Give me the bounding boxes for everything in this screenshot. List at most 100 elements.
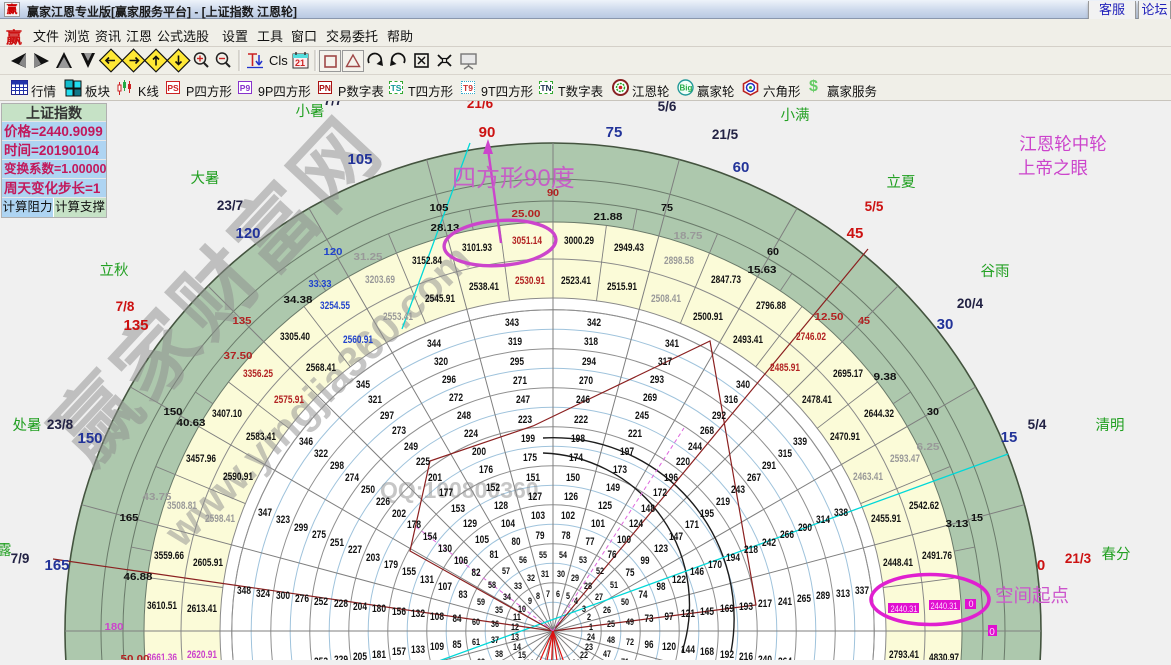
- svg-text:180: 180: [105, 621, 124, 633]
- svg-text:347: 347: [258, 507, 272, 519]
- svg-text:2455.91: 2455.91: [871, 513, 901, 525]
- svg-text:2485.91: 2485.91: [770, 362, 800, 374]
- svg-text:清明: 清明: [1096, 417, 1125, 434]
- svg-text:122: 122: [672, 574, 686, 586]
- svg-text:224: 224: [464, 428, 479, 440]
- svg-text:60: 60: [472, 617, 480, 628]
- svg-text:318: 318: [584, 336, 598, 348]
- svg-text:292: 292: [712, 410, 726, 422]
- svg-text:133: 133: [411, 644, 425, 656]
- svg-text:81: 81: [490, 549, 499, 561]
- svg-text:85: 85: [453, 639, 462, 651]
- svg-text:2491.76: 2491.76: [922, 550, 952, 562]
- svg-text:276: 276: [295, 593, 309, 605]
- svg-text:342: 342: [587, 317, 601, 329]
- svg-text:3051.14: 3051.14: [512, 235, 543, 247]
- svg-text:320: 320: [434, 356, 448, 368]
- svg-text:130: 130: [438, 543, 452, 555]
- svg-text:12.50: 12.50: [815, 311, 844, 323]
- svg-text:25: 25: [607, 619, 616, 630]
- svg-text:129: 129: [463, 518, 477, 530]
- svg-text:173: 173: [613, 464, 627, 476]
- svg-text:江恩轮中轮: 江恩轮中轮: [1019, 134, 1107, 154]
- svg-text:2545.91: 2545.91: [425, 293, 455, 305]
- svg-text:谷雨: 谷雨: [981, 263, 1010, 280]
- svg-text:18.75: 18.75: [674, 230, 703, 242]
- svg-text:345: 345: [356, 379, 370, 391]
- svg-text:74: 74: [639, 589, 649, 601]
- svg-text:59: 59: [477, 597, 485, 608]
- svg-text:38: 38: [495, 649, 503, 660]
- svg-text:20/4: 20/4: [957, 296, 984, 311]
- svg-text:3559.66: 3559.66: [154, 550, 184, 562]
- svg-text:2746.02: 2746.02: [796, 331, 826, 343]
- svg-text:155: 155: [402, 566, 416, 578]
- svg-text:300: 300: [276, 590, 290, 602]
- svg-text:102: 102: [561, 510, 575, 522]
- svg-text:316: 316: [724, 394, 738, 406]
- svg-text:223: 223: [518, 414, 532, 426]
- svg-text:337: 337: [855, 585, 869, 597]
- svg-text:120: 120: [324, 246, 343, 258]
- svg-text:QQ:100800360: QQ:100800360: [380, 477, 539, 503]
- svg-text:7/8: 7/8: [116, 299, 135, 314]
- svg-text:120: 120: [235, 225, 260, 242]
- svg-text:267: 267: [747, 472, 761, 484]
- svg-text:30: 30: [937, 316, 954, 333]
- svg-text:105: 105: [430, 202, 449, 214]
- svg-text:295: 295: [510, 356, 524, 368]
- svg-text:293: 293: [650, 374, 664, 386]
- svg-text:5/4: 5/4: [1028, 417, 1047, 432]
- svg-text:9: 9: [528, 596, 532, 607]
- svg-text:175: 175: [523, 452, 537, 464]
- svg-text:165: 165: [120, 512, 139, 524]
- svg-text:271: 271: [513, 375, 527, 387]
- svg-text:246: 246: [576, 394, 590, 406]
- svg-text:149: 149: [606, 482, 620, 494]
- svg-text:30: 30: [927, 406, 939, 418]
- svg-text:35: 35: [495, 605, 504, 616]
- svg-text:201: 201: [428, 472, 442, 484]
- svg-text:9.38: 9.38: [874, 371, 897, 383]
- svg-text:3305.40: 3305.40: [280, 331, 310, 343]
- svg-text:229: 229: [334, 654, 348, 660]
- svg-text:174: 174: [569, 452, 584, 464]
- svg-text:72: 72: [626, 637, 634, 648]
- svg-text:172: 172: [653, 487, 667, 499]
- svg-text:3203.69: 3203.69: [365, 274, 395, 286]
- svg-text:2796.88: 2796.88: [756, 300, 786, 312]
- svg-text:324: 324: [256, 588, 271, 600]
- svg-text:178: 178: [407, 519, 421, 531]
- svg-text:2440.31: 2440.31: [931, 601, 958, 611]
- svg-text:244: 244: [688, 441, 703, 453]
- svg-text:3508.81: 3508.81: [167, 500, 197, 512]
- svg-text:275: 275: [312, 529, 326, 541]
- svg-text:2568.41: 2568.41: [306, 362, 336, 374]
- svg-text:23: 23: [585, 642, 593, 653]
- svg-text:243: 243: [731, 484, 745, 496]
- svg-text:319: 319: [508, 336, 522, 348]
- svg-text:266: 266: [780, 529, 794, 541]
- svg-text:2448.41: 2448.41: [883, 557, 913, 569]
- svg-text:202: 202: [392, 508, 406, 520]
- svg-text:上帝之眼: 上帝之眼: [1018, 158, 1088, 178]
- svg-text:135: 135: [233, 315, 252, 327]
- svg-text:白露: 白露: [0, 542, 12, 559]
- svg-text:2583.41: 2583.41: [246, 431, 276, 443]
- svg-text:78: 78: [562, 530, 571, 542]
- svg-text:348: 348: [237, 585, 251, 597]
- svg-text:40.63: 40.63: [177, 417, 206, 429]
- svg-text:25.00: 25.00: [512, 208, 541, 220]
- svg-text:294: 294: [582, 356, 597, 368]
- svg-text:277: 277: [295, 659, 309, 660]
- svg-text:150: 150: [77, 430, 102, 447]
- svg-text:49: 49: [626, 617, 634, 628]
- svg-text:299: 299: [294, 522, 308, 534]
- svg-text:5: 5: [566, 591, 571, 602]
- svg-text:26: 26: [603, 605, 611, 616]
- svg-text:51: 51: [610, 580, 619, 591]
- svg-text:2530.91: 2530.91: [515, 275, 545, 287]
- svg-text:100: 100: [617, 534, 631, 546]
- svg-text:144: 144: [681, 644, 696, 656]
- svg-text:16: 16: [526, 658, 534, 660]
